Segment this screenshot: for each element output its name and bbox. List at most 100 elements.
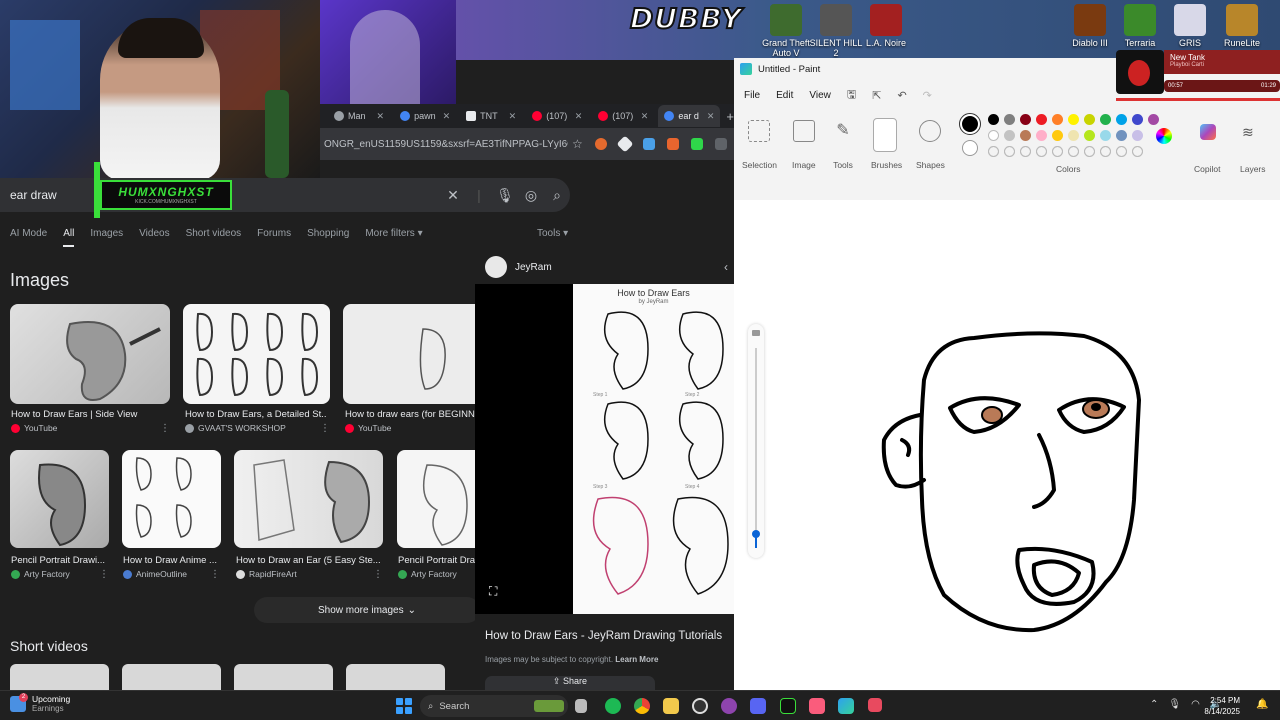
empty-color-swatch[interactable] [1116, 146, 1127, 157]
extension-icon[interactable] [714, 138, 727, 150]
tools-button[interactable]: Tools ▾ [537, 228, 568, 239]
color-swatch[interactable] [1068, 130, 1079, 141]
lens-icon[interactable]: ◎ [518, 187, 544, 204]
short-video-thumbnail[interactable] [122, 664, 221, 690]
terminal-icon[interactable] [780, 698, 796, 714]
color-swatch[interactable] [988, 130, 999, 141]
short-video-thumbnail[interactable] [234, 664, 333, 690]
image-source[interactable]: Arty Factory [11, 569, 70, 579]
color-swatch[interactable] [1004, 130, 1015, 141]
brush-size-slider[interactable] [748, 324, 764, 558]
image-caption[interactable]: How to Draw an Ear (5 Easy Ste... [236, 555, 382, 566]
more-options-icon[interactable]: ⋮ [210, 569, 220, 580]
image-result[interactable] [10, 304, 170, 404]
color-swatch[interactable] [1116, 114, 1127, 125]
chrome-icon[interactable] [634, 698, 650, 714]
image-result[interactable] [343, 304, 475, 404]
menu-view[interactable]: View [809, 90, 831, 101]
spotify-icon[interactable] [605, 698, 621, 714]
browser-tab[interactable]: (107) ✕ [526, 105, 588, 127]
menu-file[interactable]: File [744, 90, 760, 101]
color-swatch[interactable] [1084, 114, 1095, 125]
filter-all[interactable]: All [63, 228, 75, 247]
layers-label[interactable]: Layers [1240, 164, 1266, 174]
close-icon[interactable]: ✕ [707, 111, 715, 122]
empty-color-swatch[interactable] [1036, 146, 1047, 157]
preview-image[interactable]: How to Draw Ears by JeyRam Step 1 Step 2… [573, 284, 734, 614]
desktop-icon-la-noire[interactable]: L.A. Noire [856, 4, 916, 48]
share-button[interactable]: ⇪ Share [485, 676, 655, 690]
image-source[interactable]: RapidFireArt [236, 569, 297, 579]
color-swatch[interactable] [1020, 130, 1031, 141]
share-icon[interactable]: ⇱ [872, 89, 881, 102]
browser-tab[interactable]: TNT ✕ [460, 105, 522, 127]
image-result[interactable] [10, 450, 109, 548]
redo-icon[interactable]: ↷ [923, 89, 932, 102]
image-source[interactable]: YouTube [11, 423, 57, 433]
learn-more-link[interactable]: Learn More [615, 655, 658, 664]
clear-icon[interactable]: ✕ [440, 187, 466, 204]
shapes-tool[interactable]: Shapes [916, 120, 945, 170]
close-icon[interactable]: ✕ [443, 111, 451, 122]
clock[interactable]: 2:54 PM 8/14/2025 [1196, 695, 1240, 717]
image-caption[interactable]: How to draw ears (for BEGINNI... [345, 409, 475, 420]
color-swatch[interactable] [1100, 114, 1111, 125]
browser-tab[interactable]: pawn ✕ [394, 105, 456, 127]
close-icon[interactable]: ✕ [509, 111, 517, 122]
chevron-left-icon[interactable]: ‹ [724, 260, 728, 274]
extension-icon[interactable] [594, 138, 607, 150]
color-swatch[interactable] [1068, 114, 1079, 125]
menu-edit[interactable]: Edit [776, 90, 793, 101]
empty-color-swatch[interactable] [1052, 146, 1063, 157]
empty-color-swatch[interactable] [1084, 146, 1095, 157]
color-swatch[interactable] [1020, 114, 1031, 125]
close-icon[interactable]: ✕ [575, 111, 583, 122]
browser-tab[interactable]: Man ✕ [328, 105, 390, 127]
file-explorer-icon[interactable] [663, 698, 679, 714]
task-view-icon[interactable] [575, 699, 587, 713]
extension-icon[interactable] [642, 138, 655, 150]
slider-knob[interactable] [752, 530, 760, 538]
selection-tool[interactable]: Selection [742, 120, 777, 170]
more-options-icon[interactable]: ⋮ [373, 569, 383, 580]
bookmark-star-icon[interactable]: ☆ [572, 137, 583, 151]
primary-color[interactable] [959, 113, 981, 135]
image-caption[interactable]: Pencil Portrait Draw... [398, 555, 475, 566]
extension-icon[interactable] [690, 138, 703, 150]
start-button[interactable] [396, 698, 412, 714]
empty-color-swatch[interactable] [988, 146, 999, 157]
lens-search-icon[interactable]: ⛶ [489, 584, 497, 599]
desktop-icon-gris[interactable]: GRIS [1160, 4, 1220, 48]
search-box[interactable]: ear draw ✕ | 🎙 ◎ ⌕ [0, 178, 570, 212]
image-result[interactable] [183, 304, 330, 404]
color-swatch[interactable] [988, 114, 999, 125]
paint-taskbar-icon[interactable] [838, 698, 854, 714]
browser-tab[interactable]: (107) ✕ [592, 105, 654, 127]
widgets-button[interactable]: 2 Upcoming Earnings [10, 692, 70, 713]
empty-color-swatch[interactable] [1100, 146, 1111, 157]
extension-icon[interactable] [616, 135, 634, 153]
image-caption[interactable]: How to Draw Anime ... [123, 555, 221, 566]
short-video-thumbnail[interactable] [346, 664, 445, 690]
save-icon[interactable]: 🖫 [847, 86, 856, 105]
microphone-icon[interactable]: 🎙 [492, 187, 518, 204]
undo-icon[interactable]: ↶ [897, 89, 906, 102]
image-caption[interactable]: Pencil Portrait Drawi... [11, 555, 109, 566]
image-tool[interactable]: Image [792, 120, 816, 170]
color-swatch[interactable] [1132, 130, 1143, 141]
preview-source[interactable]: JeyRam [485, 256, 552, 278]
preview-title[interactable]: How to Draw Ears - JeyRam Drawing Tutori… [485, 630, 722, 642]
show-more-images-button[interactable]: Show more images ⌄ [254, 597, 480, 623]
short-video-thumbnail[interactable] [10, 664, 109, 690]
copilot-icon[interactable] [1200, 124, 1216, 140]
filter-ai-mode[interactable]: AI Mode [10, 228, 47, 247]
color-swatch[interactable] [1100, 130, 1111, 141]
image-source[interactable]: AnimeOutline [123, 569, 187, 579]
color-swatch[interactable] [1036, 130, 1047, 141]
filter-more[interactable]: More filters ▾ [365, 228, 422, 247]
filter-forums[interactable]: Forums [257, 228, 291, 247]
filter-shopping[interactable]: Shopping [307, 228, 349, 247]
image-source[interactable]: YouTube [345, 423, 391, 433]
more-options-icon[interactable]: ⋮ [160, 423, 170, 434]
browser-tab-active[interactable]: ear d ✕ [658, 105, 721, 127]
